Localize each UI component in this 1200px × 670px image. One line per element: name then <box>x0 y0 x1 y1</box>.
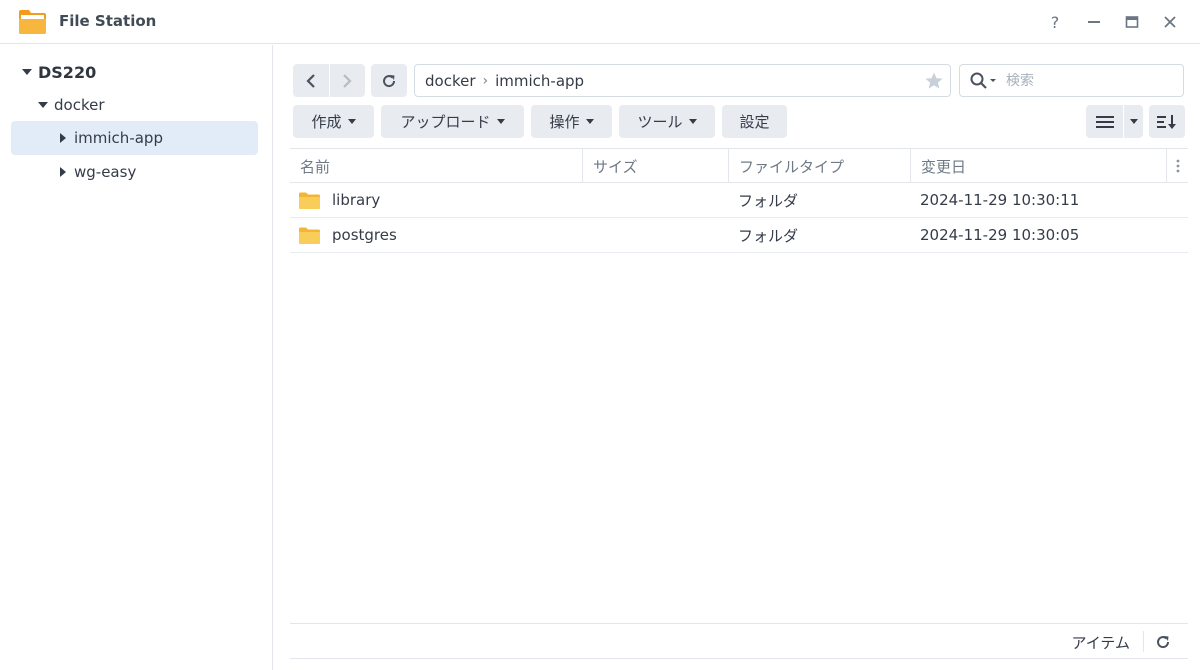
forward-button[interactable] <box>329 64 365 97</box>
back-button[interactable] <box>293 64 329 97</box>
chevron-left-icon <box>306 73 315 88</box>
action-label: 操作 <box>549 113 580 131</box>
folder-icon <box>299 192 320 209</box>
refresh-button[interactable] <box>371 64 407 97</box>
file-name-cell: library <box>299 183 579 217</box>
breadcrumb-docker[interactable]: docker <box>425 72 476 90</box>
list-view-icon <box>1095 115 1114 128</box>
file-size <box>592 183 722 217</box>
star-icon[interactable] <box>924 71 944 91</box>
caret-down-icon <box>688 119 697 124</box>
tree-item-wg-easy[interactable]: wg-easy <box>11 155 258 189</box>
status-refresh-button[interactable] <box>1152 631 1174 653</box>
title-bar: File Station ? <box>0 0 1200 44</box>
caret-right-icon[interactable] <box>56 165 70 179</box>
minimize-icon <box>1088 21 1100 23</box>
column-header-name[interactable]: 名前 <box>290 149 582 183</box>
item-count-label: アイテム <box>1071 634 1130 652</box>
status-bar: アイテム <box>290 623 1188 659</box>
folder-tree-sidebar: DS220 docker immich-app wg-easy <box>0 45 273 670</box>
refresh-icon <box>1157 636 1170 649</box>
breadcrumb-separator: › <box>482 72 489 89</box>
caret-down-icon[interactable] <box>20 65 34 79</box>
caret-down-icon <box>496 119 505 124</box>
settings-button[interactable]: 設定 <box>722 105 787 138</box>
search-icon[interactable] <box>970 72 998 90</box>
refresh-icon <box>383 74 396 87</box>
window-title: File Station <box>59 12 157 30</box>
folder-icon <box>299 227 320 244</box>
file-type: フォルダ <box>738 226 799 245</box>
create-button[interactable]: 作成 <box>293 105 374 138</box>
file-modified: 2024-11-29 10:30:11 <box>920 191 1080 209</box>
column-header-size[interactable]: サイズ <box>582 149 728 183</box>
file-modified: 2024-11-29 10:30:05 <box>920 226 1080 244</box>
table-header: 名前 サイズ ファイルタイプ 変更日 <box>290 148 1188 183</box>
caret-down-icon[interactable] <box>36 98 50 112</box>
view-mode-switch <box>1086 105 1143 138</box>
path-bar[interactable]: docker › immich-app <box>414 64 951 97</box>
column-header-modified[interactable]: 変更日 <box>910 149 1166 183</box>
search-input[interactable] <box>1006 72 1176 89</box>
tree-item-docker[interactable]: docker <box>36 88 256 122</box>
close-icon <box>1164 16 1176 28</box>
table-row[interactable]: postgres フォルダ 2024-11-29 10:30:05 <box>290 218 1188 253</box>
upload-label: アップロード <box>400 113 491 131</box>
file-type: フォルダ <box>738 191 799 210</box>
tools-label: ツール <box>637 113 683 131</box>
column-options-button[interactable] <box>1166 149 1188 183</box>
tree-item-immich-app[interactable]: immich-app <box>11 121 258 155</box>
list-view-button[interactable] <box>1086 105 1123 138</box>
chevron-right-icon <box>343 73 352 88</box>
file-name: library <box>332 191 381 209</box>
breadcrumb-immich-app[interactable]: immich-app <box>495 72 584 90</box>
divider <box>1143 631 1144 652</box>
search-box[interactable] <box>959 64 1184 97</box>
caret-down-icon <box>1129 119 1138 124</box>
create-label: 作成 <box>311 113 342 131</box>
tree-item-ds220[interactable]: DS220 <box>20 55 260 89</box>
sort-button[interactable] <box>1149 105 1185 138</box>
file-name-cell: postgres <box>299 218 579 252</box>
tree-item-label: docker <box>54 96 105 114</box>
tree-item-label: immich-app <box>74 129 163 147</box>
column-header-type[interactable]: ファイルタイプ <box>728 149 910 183</box>
history-nav <box>293 64 365 97</box>
upload-button[interactable]: アップロード <box>381 105 524 138</box>
file-list: 名前 サイズ ファイルタイプ 変更日 library フォルダ 2024-11-… <box>290 148 1188 253</box>
action-button[interactable]: 操作 <box>531 105 612 138</box>
caret-down-icon <box>585 119 594 124</box>
minimize-button[interactable] <box>1080 8 1108 36</box>
more-vertical-icon <box>1176 159 1179 173</box>
caret-down-icon <box>347 119 356 124</box>
tree-item-label: DS220 <box>38 62 97 82</box>
file-name: postgres <box>332 226 397 244</box>
help-button[interactable]: ? <box>1041 8 1069 36</box>
close-button[interactable] <box>1156 8 1184 36</box>
file-station-app-icon <box>19 10 46 34</box>
caret-right-icon[interactable] <box>56 131 70 145</box>
settings-label: 設定 <box>739 113 770 131</box>
maximize-icon <box>1125 16 1139 28</box>
file-size <box>592 218 722 252</box>
tree-item-label: wg-easy <box>74 163 137 181</box>
maximize-button[interactable] <box>1118 8 1146 36</box>
sort-icon <box>1157 114 1176 129</box>
help-icon: ? <box>1050 12 1060 32</box>
table-row[interactable]: library フォルダ 2024-11-29 10:30:11 <box>290 183 1188 218</box>
tools-button[interactable]: ツール <box>619 105 715 138</box>
view-mode-dropdown[interactable] <box>1124 105 1143 138</box>
